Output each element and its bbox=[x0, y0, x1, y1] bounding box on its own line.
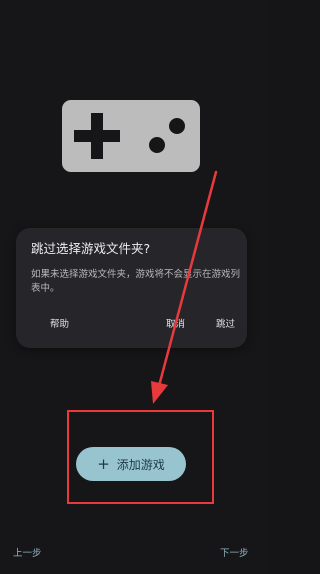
dialog-message: 如果未选择游戏文件夹，游戏将不会显示在游戏列表中。 bbox=[31, 269, 241, 294]
gamepad-icon bbox=[62, 100, 200, 172]
setup-screen: 跳过选择游戏文件夹? 如果未选择游戏文件夹，游戏将不会显示在游戏列表中。 帮助 … bbox=[0, 0, 269, 574]
skip-button[interactable]: 跳过 bbox=[216, 316, 235, 330]
annotation-highlight-box bbox=[67, 410, 214, 504]
skip-folder-dialog: 跳过选择游戏文件夹? 如果未选择游戏文件夹，游戏将不会显示在游戏列表中。 帮助 … bbox=[16, 228, 247, 348]
previous-step-button[interactable]: 上一步 bbox=[13, 545, 42, 559]
next-step-button[interactable]: 下一步 bbox=[220, 545, 249, 559]
dialog-title: 跳过选择游戏文件夹? bbox=[31, 241, 151, 256]
help-button[interactable]: 帮助 bbox=[50, 316, 69, 330]
cancel-button[interactable]: 取消 bbox=[166, 316, 185, 330]
